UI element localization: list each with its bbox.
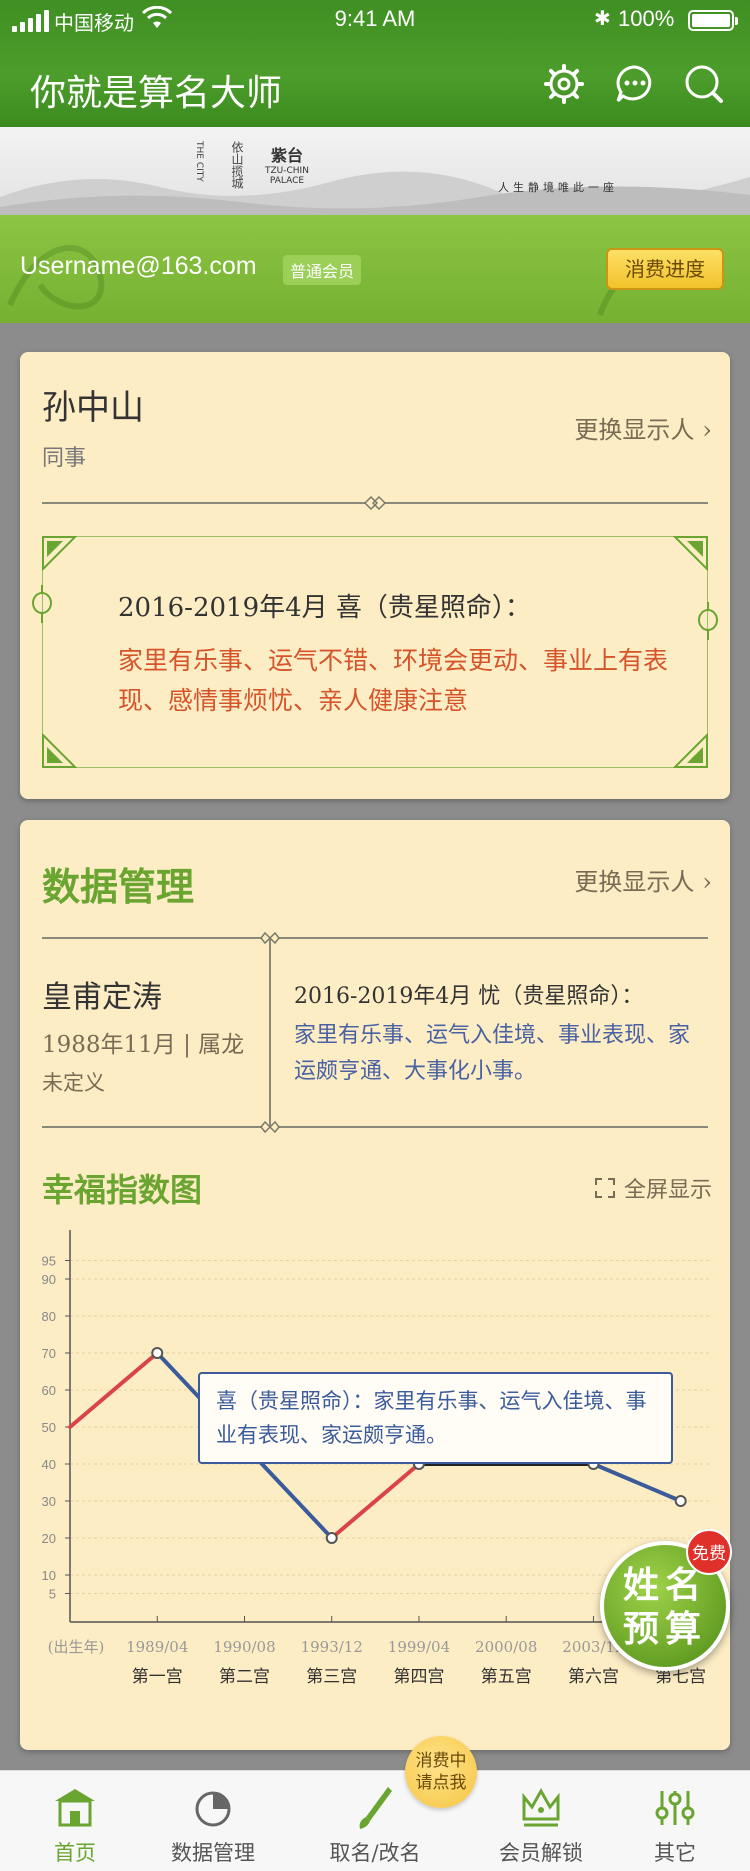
swap-person-button[interactable]: 更换显示人 › [574, 410, 712, 445]
chevron-right-icon: › [702, 868, 712, 896]
y-tick-label: 5 [49, 1587, 56, 1602]
corner-ornament-icon [42, 733, 77, 768]
y-tick-label: 70 [42, 1346, 56, 1361]
y-tick-label: 80 [42, 1309, 56, 1324]
diamond-ornament-icon [260, 1120, 280, 1134]
y-tick-label: 50 [42, 1420, 56, 1435]
fortune-text: 家里有乐事、运气入佳境、事业表现、家运颇亨通、大事化小事。 [294, 1023, 691, 1084]
settings-icon[interactable] [542, 62, 586, 106]
tab-other[interactable]: 其它 [600, 1771, 750, 1871]
message-icon[interactable] [613, 62, 657, 106]
chevron-right-icon: › [702, 416, 712, 444]
top-bar: 中国移动 9:41 AM ✱ 100% 你就是算名大师 [0, 0, 750, 127]
diamond-ornament-icon [363, 495, 387, 511]
profile-relation: 同事 [42, 446, 87, 471]
battery-icon [688, 10, 738, 31]
banner-slogan: 人生静境唯此一座 [498, 181, 618, 194]
fortune-period: 2016-2019年4月 喜（贵星照命）： [118, 593, 531, 623]
tab-label: 会员解锁 [499, 1841, 583, 1865]
x-tick-label: 1999/04 [388, 1638, 450, 1656]
membership-badge: 普通会员 [283, 255, 362, 285]
fullscreen-label: 全屏显示 [623, 1178, 712, 1203]
fortune-text: 家里有乐事、运气不错、环境会更动、事业上有表现、感情事烦忧、亲人健康注意 [118, 646, 669, 715]
vertical-divider [269, 937, 271, 1127]
fullscreen-icon [594, 1178, 615, 1198]
chart-title: 幸福指数图 [42, 1171, 203, 1209]
user-bar: Username@163.com 普通会员 消费进度 [0, 215, 750, 323]
y-tick-label: 20 [42, 1531, 56, 1546]
banner-english-text: THE CITY [194, 141, 204, 182]
tab-label: 取名/改名 [329, 1841, 421, 1865]
fullscreen-button[interactable]: 全屏显示 [594, 1172, 712, 1204]
y-tick-label: 40 [42, 1457, 56, 1472]
palace-label: 第一宫 [132, 1667, 183, 1687]
tab-label: 首页 [54, 1841, 96, 1865]
divider [42, 1126, 708, 1128]
tab-label: 数据管理 [171, 1841, 255, 1865]
free-badge: 免费 [686, 1529, 732, 1575]
tab-label: 其它 [654, 1841, 696, 1865]
diamond-ornament-icon [260, 931, 280, 945]
swap-person-button[interactable]: 更换显示人 › [574, 862, 712, 897]
x-tick-label: 1989/04 [126, 1638, 188, 1656]
section-title: 数据管理 [42, 864, 195, 909]
palace-label: 第二宫 [219, 1667, 270, 1687]
lantern-icon [32, 585, 52, 623]
y-tick-label: 90 [42, 1272, 56, 1287]
data-point [325, 1532, 338, 1544]
bluetooth-icon: ✱ [594, 6, 611, 30]
person-name: 皇甫定涛 [42, 980, 162, 1015]
y-tick-label: 95 [42, 1254, 56, 1269]
palace-label: 第四宫 [393, 1667, 444, 1687]
series-segment [591, 1462, 683, 1503]
y-tick-label: 10 [42, 1568, 56, 1583]
person-note: 未定义 [42, 1071, 105, 1095]
consumption-progress-button[interactable]: 消费进度 [606, 248, 724, 290]
ad-banner[interactable]: THE CITY 依山揽城 紫台 TZU-CHIN PALACE 人生静境唯此一… [0, 127, 750, 215]
data-point [674, 1495, 687, 1507]
data-point [151, 1347, 164, 1359]
lantern-icon [698, 602, 718, 640]
consumption-promo-bubble[interactable]: 消费中 请点我 [405, 1736, 477, 1808]
search-icon[interactable] [682, 62, 726, 106]
swap-person-label: 更换显示人 [574, 868, 695, 896]
palace-label: 第五宫 [481, 1667, 532, 1687]
banner-vertical-text: 依山揽城 [230, 141, 244, 189]
x-tick-label: 1993/12 [301, 1638, 363, 1656]
sliders-icon [655, 1791, 695, 1825]
name-budget-button[interactable]: 姓名 预算 免费 [600, 1529, 732, 1671]
y-tick-label: 60 [42, 1383, 56, 1398]
mountain-image [0, 171, 750, 215]
user-email: Username@163.com [20, 252, 257, 280]
swap-person-label: 更换显示人 [574, 416, 695, 444]
x-tick-label: (出生年) [48, 1638, 105, 1656]
app-title: 你就是算名大师 [30, 73, 283, 114]
home-icon [55, 1789, 95, 1827]
crown-icon [522, 1787, 560, 1827]
corner-ornament-icon [42, 536, 77, 571]
battery-percent: 100% [618, 6, 675, 31]
profile-name: 孙中山 [42, 388, 144, 428]
tab-member-unlock[interactable]: 会员解锁 [466, 1771, 616, 1871]
tab-home[interactable]: 首页 [0, 1771, 150, 1871]
x-tick-label: 2000/08 [475, 1638, 537, 1656]
palace-label: 第三宫 [306, 1667, 357, 1687]
series-segment [329, 1462, 421, 1540]
profile-card: 孙中山 同事 更换显示人 › 2016-2019年4月 喜（贵星照命）： 家里有… [20, 352, 730, 799]
fortune-frame: 2016-2019年4月 喜（贵星照命）： 家里有乐事、运气不错、环境会更动、事… [32, 536, 718, 768]
person-birth-info: 1988年11月 | 属龙 [42, 1032, 245, 1058]
tab-bar: 首页 数据管理 取名/改名 会员解锁 其它 [0, 1770, 750, 1871]
fortune-period: 2016-2019年4月 忧（贵星照命）： [294, 984, 644, 1009]
status-bar: 中国移动 9:41 AM ✱ 100% [0, 0, 750, 40]
divider [42, 937, 708, 939]
brand-logo: 紫台 TZU-CHIN PALACE [265, 146, 309, 186]
corner-ornament-icon [673, 536, 708, 571]
chart-tooltip: 喜（贵星照命）：家里有乐事、运气入佳境、事业有表现、家运颇亨通。 [198, 1372, 673, 1464]
pie-chart-icon [195, 1791, 231, 1827]
corner-ornament-icon [673, 733, 708, 768]
y-tick-label: 30 [42, 1494, 56, 1509]
tab-data-management[interactable]: 数据管理 [138, 1771, 288, 1871]
x-tick-label: 1990/08 [213, 1638, 275, 1656]
